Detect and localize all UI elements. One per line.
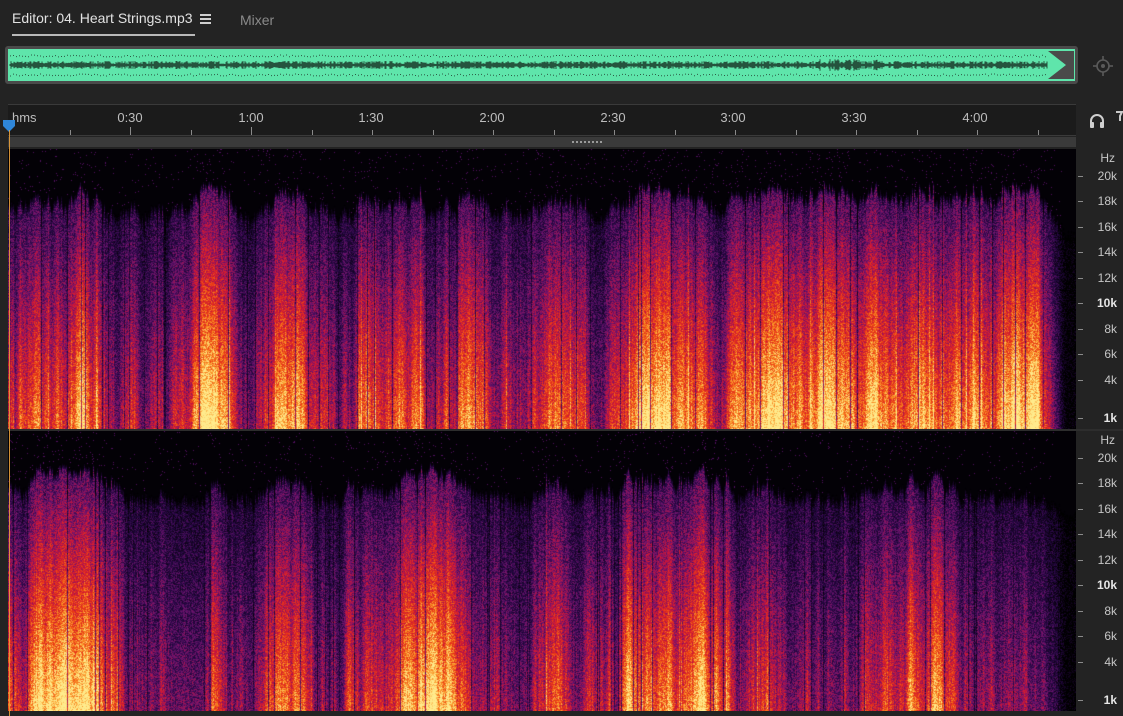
time-ruler[interactable]: hms 0:30 1:00 1:30 2:00 2:30 3:00 3:30 4:00 [8,104,1076,136]
frequency-label: 16k [1097,502,1117,516]
frequency-tick [1078,252,1083,253]
ruler-tick [554,130,555,135]
frequency-tick [1078,354,1083,355]
frequency-label: 18k [1097,194,1117,208]
zoom-navigator-icon[interactable] [1092,55,1114,77]
ruler-tick [796,130,797,135]
tab-mixer[interactable]: Mixer [240,12,274,28]
frequency-label: 10k [1096,296,1117,310]
ruler-time-label: 0:30 [117,110,143,125]
ruler-time-label: 3:30 [841,110,867,125]
frequency-tick [1078,483,1083,484]
spectrogram-right [8,431,1076,711]
ruler-tick [251,127,252,135]
frequency-scale-left[interactable]: Hz 20k 18k 16k 14k 12k 10k 8k 6k 4k 1k [1078,149,1123,429]
frequency-label: 12k [1097,553,1117,567]
ruler-tick [493,130,494,135]
frequency-tick [1078,560,1083,561]
frequency-tick [1078,458,1083,459]
spectral-display-right-channel[interactable] [8,431,1076,711]
frequency-tick [1078,611,1083,612]
frequency-tick [1078,227,1083,228]
ruler-tick [917,130,918,135]
channel-divider[interactable] [8,137,1076,147]
frequency-tick [1078,636,1083,637]
frequency-unit: Hz [1100,433,1115,447]
frequency-label: 14k [1097,245,1117,259]
frequency-label: 6k [1104,347,1117,361]
frequency-tick [1078,534,1083,535]
panel-corner-icon [1116,111,1123,121]
frequency-tick [1078,585,1083,586]
frequency-label: 1k [1103,411,1117,425]
frequency-label: 6k [1104,629,1117,643]
spectral-display-left-channel[interactable] [8,149,1076,429]
frequency-label: 14k [1097,527,1117,541]
ruler-time-label: 4:00 [962,110,988,125]
ruler-time-label: 1:30 [358,110,384,125]
frequency-label: 12k [1097,271,1117,285]
ruler-tick [312,130,313,135]
frequency-tick [1078,329,1083,330]
ruler-tick [372,130,373,135]
frequency-label: 4k [1104,655,1117,669]
divider-grip-icon[interactable] [572,141,602,143]
frequency-label: 8k [1104,604,1117,618]
frequency-tick [1078,303,1083,304]
frequency-tick [1078,662,1083,663]
frequency-tick [1078,176,1083,177]
tab-editor[interactable]: Editor: 04. Heart Strings.mp3 [12,10,195,36]
ruler-tick [614,130,615,135]
hamburger-menu-icon[interactable] [200,14,211,24]
frequency-scale-right[interactable]: Hz 20k 18k 16k 14k 12k 10k 8k 6k 4k 1k [1078,431,1123,711]
frequency-label: 20k [1097,169,1117,183]
ruler-time-label: 2:00 [479,110,505,125]
headphones-monitor-icon[interactable] [1088,112,1106,130]
spectrogram-left [8,149,1076,429]
ruler-time-label: 1:00 [238,110,264,125]
frequency-label: 8k [1104,322,1117,336]
frequency-label: 18k [1097,476,1117,490]
ruler-tick [977,130,978,135]
ruler-tick [433,130,434,135]
frequency-label: 20k [1097,451,1117,465]
frequency-tick [1078,278,1083,279]
ruler-tick [70,130,71,135]
ruler-tick [675,130,676,135]
frequency-label: 4k [1104,373,1117,387]
frequency-tick [1078,380,1083,381]
overview-waveform[interactable] [5,46,1078,84]
frequency-label: 10k [1096,578,1117,592]
ruler-tick [191,130,192,135]
ruler-tick [130,127,131,135]
frequency-label: 16k [1097,220,1117,234]
frequency-tick [1078,201,1083,202]
ruler-time-label: 3:00 [720,110,746,125]
panel-tab-bar: Editor: 04. Heart Strings.mp3 Mixer [0,0,1123,40]
ruler-tick [856,130,857,135]
frequency-tick [1078,418,1083,419]
ruler-time-label: 2:30 [600,110,626,125]
ruler-tick [735,130,736,135]
frequency-label: 1k [1103,693,1117,707]
ruler-tick [1038,130,1039,135]
frequency-tick [1078,509,1083,510]
playhead-line [9,130,10,716]
frequency-tick [1078,700,1083,701]
frequency-unit: Hz [1100,151,1115,165]
overview-waveform-graphic [9,51,1074,79]
